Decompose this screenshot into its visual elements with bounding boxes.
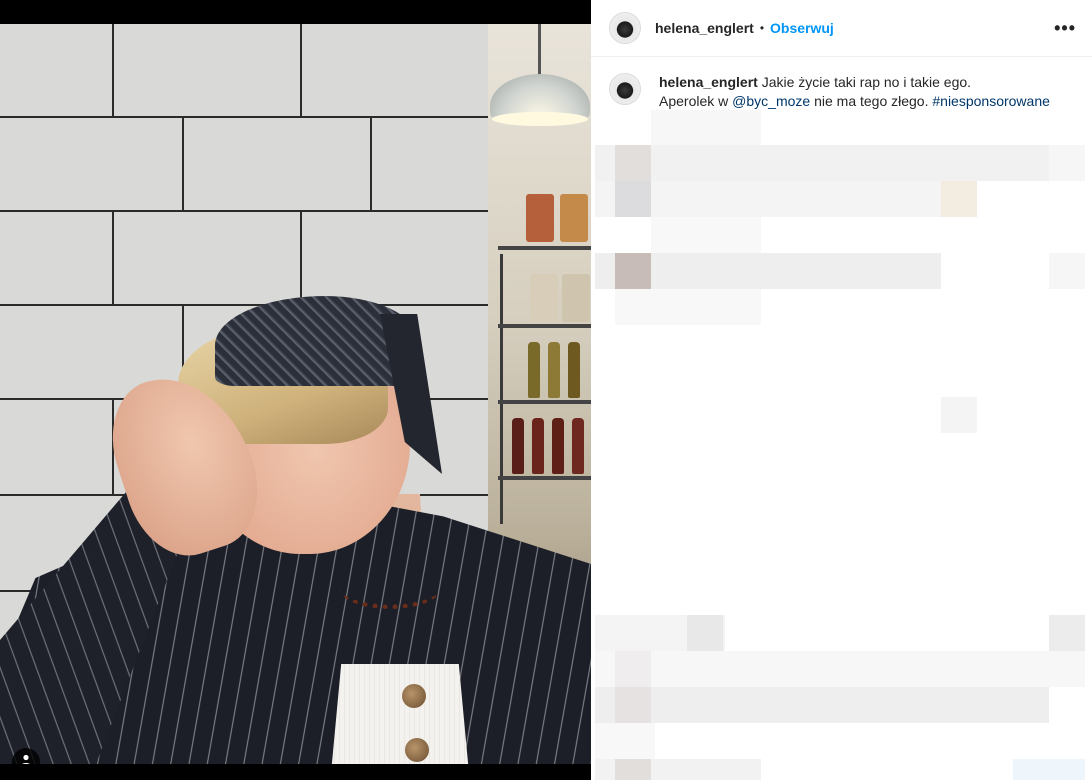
post-header: helena_englert • Obserwuj ••• <box>591 0 1092 57</box>
header-username[interactable]: helena_englert <box>655 20 754 36</box>
shirt-button <box>402 684 426 708</box>
tile-grout <box>300 24 302 116</box>
avatar[interactable] <box>609 12 641 44</box>
follow-button[interactable]: Obserwuj <box>770 20 834 36</box>
bottle <box>532 418 544 474</box>
pixel-block <box>615 687 651 723</box>
ellipsis-icon[interactable]: ••• <box>1054 18 1076 39</box>
pixel-block <box>1049 615 1085 651</box>
product-box <box>562 274 590 322</box>
pixel-block <box>1049 145 1085 181</box>
pixel-block <box>1049 253 1085 289</box>
white-shirt <box>330 664 470 764</box>
pixel-block <box>615 289 761 325</box>
pixel-block <box>595 723 655 759</box>
person-icon <box>19 753 33 764</box>
pixel-block <box>651 110 761 146</box>
shirt-button <box>405 738 429 762</box>
pixel-block <box>595 687 1049 723</box>
pixel-block <box>941 397 977 433</box>
bottle <box>572 418 584 474</box>
caption-text: Jakie życie taki rap no i takie ego. <box>761 74 972 90</box>
tile-grout <box>112 24 114 116</box>
post-caption: helena_englert Jakie życie taki rap no i… <box>591 57 1092 111</box>
pixel-block <box>615 181 651 217</box>
bottle <box>568 342 580 398</box>
photo-pane <box>0 0 591 780</box>
pixel-block <box>595 181 977 217</box>
separator-dot: • <box>759 21 765 35</box>
pixel-block <box>595 145 1049 181</box>
shelf-bar <box>498 324 591 328</box>
pixel-block <box>615 759 651 780</box>
bottle <box>512 418 524 474</box>
bottle <box>552 418 564 474</box>
mention-link[interactable]: @byc_moze <box>732 93 810 109</box>
tile-grout <box>0 304 488 306</box>
hashtag-link[interactable]: #niesponsorowane <box>932 93 1050 109</box>
shelf-bar <box>498 246 591 250</box>
shelf-bar <box>498 476 591 480</box>
bandana <box>215 296 415 386</box>
product-box <box>530 274 558 322</box>
tile-grout <box>370 116 372 210</box>
tile-grout <box>182 116 184 210</box>
post-details-pane: helena_englert • Obserwuj ••• helena_eng… <box>591 0 1092 780</box>
shelf-bar <box>498 400 591 404</box>
coffee-bag <box>526 194 554 242</box>
pixel-block <box>687 615 723 651</box>
avatar[interactable] <box>609 73 641 105</box>
tile-grout <box>300 210 302 304</box>
bottle <box>548 342 560 398</box>
beaded-necklace <box>340 569 440 609</box>
pixel-block <box>615 145 651 181</box>
tile-grout <box>0 210 488 212</box>
caption-username[interactable]: helena_englert <box>659 74 758 90</box>
tile-grout <box>0 116 488 118</box>
lamp-cord <box>538 24 541 76</box>
post-photo[interactable] <box>0 24 591 764</box>
caption-body: helena_englert Jakie życie taki rap no i… <box>659 73 1050 111</box>
pixel-block <box>941 181 977 217</box>
coffee-bag <box>560 194 588 242</box>
tile-grout <box>112 210 114 304</box>
pixel-block <box>615 253 651 289</box>
caption-text: Aperolek w <box>659 93 729 109</box>
pixel-block <box>1013 759 1085 780</box>
pixel-block <box>651 217 761 253</box>
shelf-pole <box>500 254 503 524</box>
caption-text: nie ma tego złego. <box>814 93 929 109</box>
pixel-block <box>615 651 651 687</box>
lamp-light <box>492 112 588 126</box>
bottle <box>528 342 540 398</box>
pixel-block <box>595 651 1085 687</box>
